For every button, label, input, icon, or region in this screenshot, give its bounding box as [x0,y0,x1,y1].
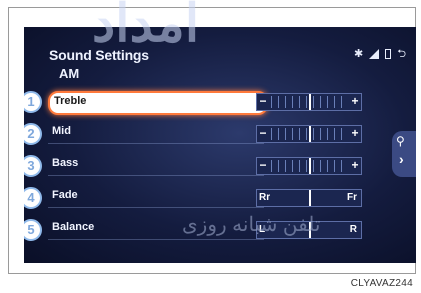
treble-button[interactable]: Treble [48,91,268,115]
increase-button[interactable]: + [349,158,361,174]
right-end-label[interactable]: R [350,222,357,237]
decrease-button[interactable]: − [257,94,269,110]
bass-button[interactable]: Bass [48,155,264,176]
callout-badge: 4 [24,187,42,209]
source-label: AM [59,66,80,81]
display-screen: Sound Settings AM ✱ ⮌ 1 Treble − + 2 Mid… [24,27,416,263]
mid-button[interactable]: Mid [48,123,264,144]
setting-row-balance: 5 Balance L R [24,219,416,241]
battery-icon [385,48,392,59]
mid-slider[interactable]: − + [256,125,362,143]
slider-center-mark [309,158,311,174]
setting-label: Balance [52,221,95,233]
slider-center-mark [309,222,311,238]
setting-row-fade: 4 Fade Rr Fr [24,187,416,209]
left-end-label[interactable]: L [259,222,265,237]
increase-button[interactable]: + [349,94,361,110]
search-icon: ⚲ [396,134,405,148]
status-bar: ✱ ⮌ [354,47,406,60]
decrease-button[interactable]: − [257,158,269,174]
fade-button[interactable]: Fade [48,187,264,208]
callout-badge: 2 [24,123,42,145]
signal-icon [369,48,380,59]
setting-label: Bass [52,157,79,169]
increase-button[interactable]: + [349,126,361,142]
bluetooth-icon: ✱ [353,48,364,60]
bass-slider[interactable]: − + [256,157,362,175]
balance-button[interactable]: Balance [48,219,264,240]
figure-caption: CLYAVAZ244 [350,278,413,289]
return-icon[interactable]: ⮌ [397,48,406,59]
rear-end-label[interactable]: Rr [259,190,270,205]
slider-center-mark [309,94,311,110]
setting-label: Mid [52,125,71,137]
chevron-right-icon: › [399,151,404,167]
front-end-label[interactable]: Fr [347,190,357,205]
setting-row-treble: 1 Treble − + [24,91,416,115]
slider-center-mark [309,190,311,206]
setting-row-mid: 2 Mid − + [24,123,416,145]
treble-slider[interactable]: − + [256,93,362,111]
slider-center-mark [309,126,311,142]
side-menu-tab[interactable]: ⚲ › [392,131,416,177]
setting-row-bass: 3 Bass − + [24,155,416,177]
callout-badge: 1 [24,91,42,113]
decrease-button[interactable]: − [257,126,269,142]
setting-label: Fade [52,189,78,201]
callout-badge: 3 [24,155,42,177]
fade-slider[interactable]: Rr Fr [256,189,362,207]
setting-label: Treble [54,95,87,107]
balance-slider[interactable]: L R [256,221,362,239]
callout-badge: 5 [24,219,42,241]
page-title: Sound Settings [49,47,149,63]
